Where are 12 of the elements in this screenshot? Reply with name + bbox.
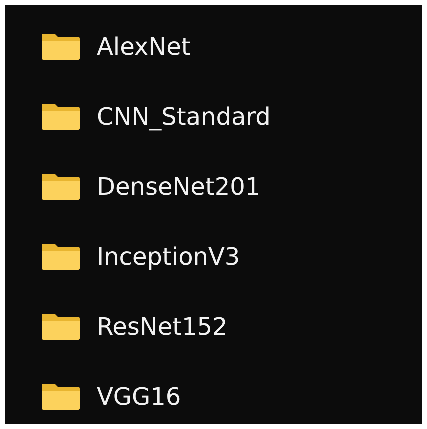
folder-name[interactable]: CNN_Standard [97, 102, 271, 132]
folder-icon [41, 313, 81, 341]
folder-name[interactable]: AlexNet [97, 32, 191, 62]
folder-icon [41, 33, 81, 61]
folder-name[interactable]: InceptionV3 [97, 242, 240, 272]
folder-icon [41, 103, 81, 131]
folder-name[interactable]: ResNet152 [97, 312, 228, 342]
folder-icon [41, 383, 81, 411]
folder-name[interactable]: VGG16 [97, 382, 182, 412]
folder-name[interactable]: DenseNet201 [97, 172, 261, 202]
folder-icon [41, 173, 81, 201]
folder-icon [41, 243, 81, 271]
